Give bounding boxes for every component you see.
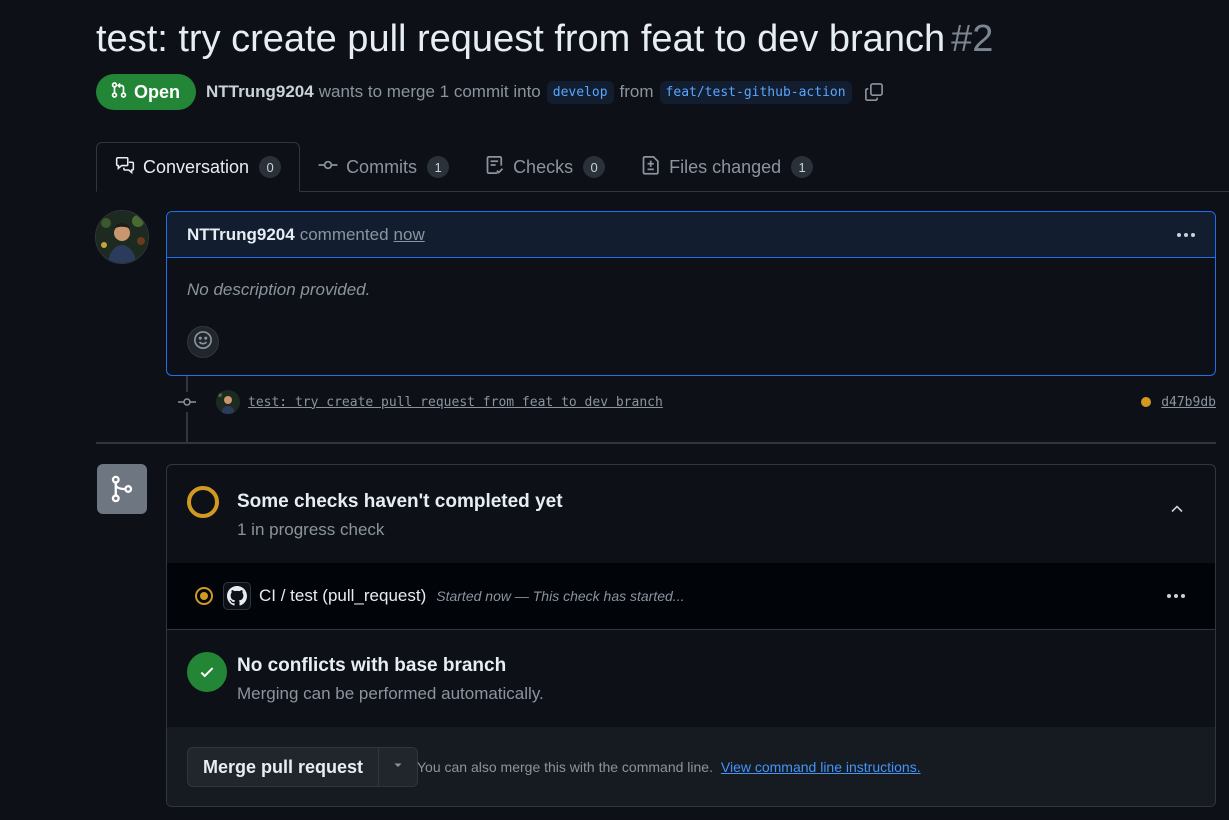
status-label: Open (134, 81, 181, 102)
check-description: Started now — This check has started... (436, 588, 685, 604)
merge-hint-text: You can also merge this with the command… (417, 759, 713, 775)
conflicts-section: No conflicts with base branch Merging ca… (167, 630, 1215, 728)
check-circle-icon (187, 652, 227, 692)
comment-action: commented (299, 224, 389, 244)
tab-conversation[interactable]: Conversation 0 (96, 142, 301, 192)
merge-pull-request-button[interactable]: Merge pull request (188, 748, 380, 786)
git-pull-request-icon (110, 81, 128, 104)
tab-counter: 0 (583, 156, 606, 178)
commit-author-avatar[interactable] (216, 390, 240, 414)
triangle-down-icon (392, 758, 404, 776)
tab-label: Conversation (143, 156, 250, 177)
comment-author[interactable]: NTTrung9204 (187, 225, 295, 245)
tab-checks[interactable]: Checks 0 (467, 143, 623, 191)
pr-title: test: try create pull request from feat … (96, 18, 946, 60)
checks-summary: Some checks haven't completed yet 1 in p… (167, 465, 1215, 564)
author-link[interactable]: NTTrung9204 (206, 82, 314, 102)
tab-counter: 0 (259, 156, 282, 178)
git-commit-icon (176, 392, 198, 412)
merge-actions: Merge pull request You can also merge th… (167, 727, 1215, 806)
kebab-menu-icon[interactable] (1167, 594, 1185, 598)
pending-status-icon (187, 486, 219, 518)
tab-counter: 1 (791, 156, 814, 178)
pr-title-row: test: try create pull request from feat … (96, 18, 993, 61)
tab-label: Files changed (669, 156, 782, 177)
tab-label: Commits (346, 156, 418, 177)
checks-subtitle: 1 in progress check (237, 520, 385, 539)
pr-tabs: Conversation 0 Commits 1 Checks 0 Files … (96, 141, 1229, 192)
chevron-up-icon[interactable] (1169, 501, 1185, 522)
git-merge-icon (97, 464, 147, 514)
command-line-instructions-link[interactable]: View command line instructions. (721, 759, 921, 775)
commit-status-dot[interactable] (1141, 397, 1152, 407)
checks-title: Some checks haven't completed yet (237, 491, 563, 512)
commit-meta: d47b9db (1141, 395, 1216, 410)
conflicts-title: No conflicts with base branch (237, 655, 507, 676)
comment-discussion-icon (115, 156, 135, 179)
smiley-icon (193, 330, 213, 355)
check-name: CI / test (pull_request) (259, 586, 427, 605)
comment-header: NTTrung9204 commented now (167, 212, 1215, 258)
merge-options-dropdown[interactable] (379, 748, 417, 786)
kebab-menu-icon[interactable] (1177, 232, 1195, 237)
tab-label: Checks (513, 156, 574, 177)
add-reaction-button[interactable] (187, 326, 219, 358)
pr-number: #2 (951, 18, 994, 60)
github-logo-icon (223, 582, 251, 610)
avatar[interactable] (95, 210, 149, 264)
comment-box: NTTrung9204 commented now No description… (166, 211, 1216, 376)
tab-counter: 1 (427, 156, 450, 178)
merge-text: wants to merge 1 commit into (318, 82, 541, 101)
comment-timestamp[interactable]: now (394, 225, 425, 245)
head-branch[interactable]: feat/test-github-action (659, 80, 852, 104)
file-diff-icon (641, 155, 661, 180)
checklist-icon (485, 155, 505, 180)
base-branch[interactable]: develop (546, 80, 614, 104)
from-text: from (619, 82, 654, 101)
copy-icon[interactable] (864, 82, 884, 102)
commit-message-link[interactable]: test: try create pull request from feat … (248, 395, 663, 410)
status-badge: Open (96, 74, 197, 110)
in-progress-icon (195, 587, 213, 605)
comment-body: No description provided. (187, 280, 371, 299)
conflicts-subtitle: Merging can be performed automatically. (237, 684, 544, 703)
merge-button-group: Merge pull request (187, 747, 419, 787)
timeline-commit: test: try create pull request from feat … (176, 386, 1216, 418)
merge-hint: You can also merge this with the command… (417, 759, 921, 775)
timeline-divider (96, 442, 1216, 444)
tab-commits[interactable]: Commits 1 (300, 143, 467, 191)
check-run-row[interactable]: CI / test (pull_request) Started now — T… (167, 563, 1215, 630)
tab-files-changed[interactable]: Files changed 1 (623, 143, 831, 191)
commit-sha-link[interactable]: d47b9db (1161, 395, 1216, 410)
git-commit-icon (318, 156, 338, 179)
pr-meta: Open NTTrung9204 wants to merge 1 commit… (96, 74, 884, 110)
merge-box: Some checks haven't completed yet 1 in p… (166, 464, 1216, 807)
